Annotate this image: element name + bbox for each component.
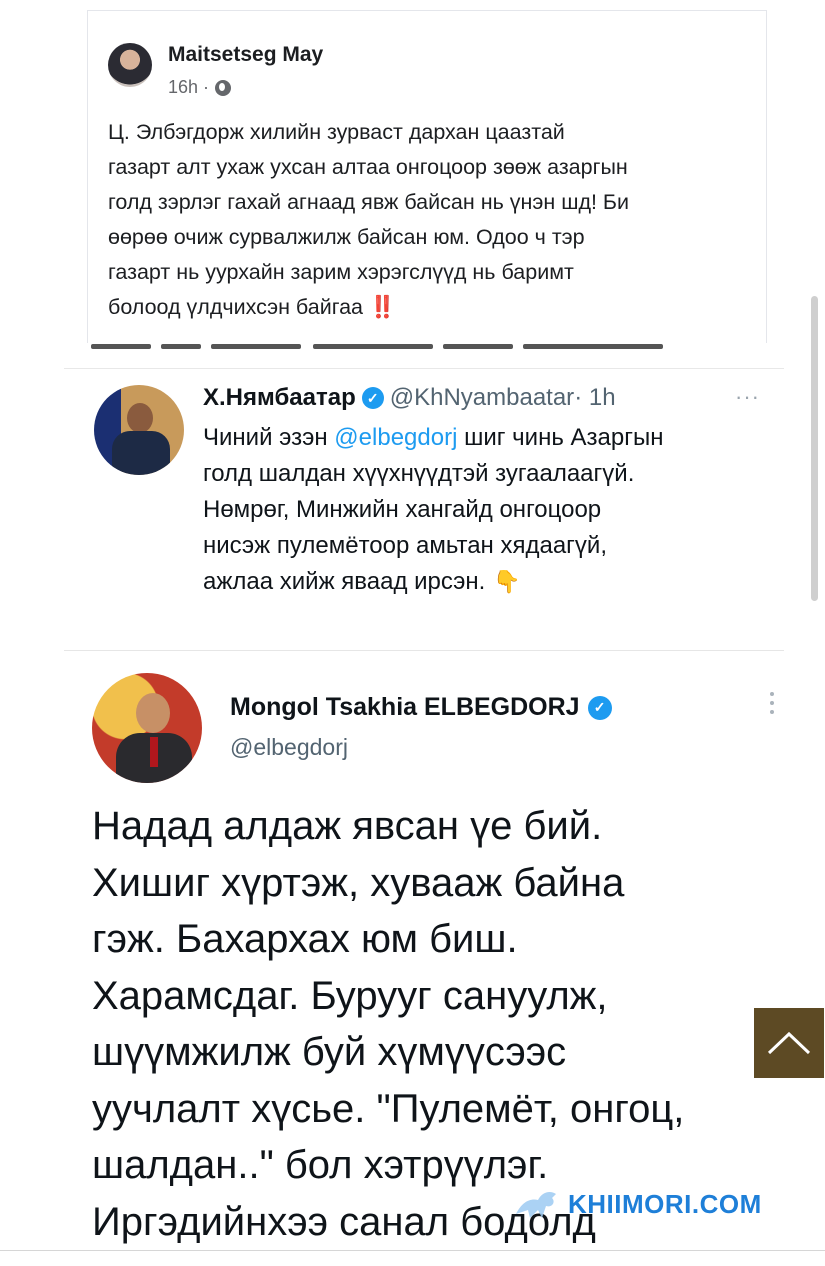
post-line: газарт нь уурхайн зарим хэрэгслүүд нь ба…	[108, 260, 574, 284]
tweet-line: Чиний эзэн @elbegdorj шиг чинь Азаргын	[203, 420, 763, 456]
tweet-line: Хишиг хүртэж, хувааж байна	[92, 860, 625, 905]
tweet-line-text: ажлаа хийж яваад ирсэн.	[203, 568, 486, 595]
tweet-line-text: шиг чинь Азаргын	[457, 424, 664, 451]
divider	[64, 650, 784, 651]
tweet-author-name-text[interactable]: Mongol Tsakhia ELBEGDORJ	[230, 693, 580, 722]
tweet-author-name[interactable]: Х.Нямбаатар	[203, 384, 356, 412]
tweet-handle[interactable]: @KhNyambaatar	[390, 384, 574, 412]
post-meta: 16h ·	[168, 77, 232, 98]
tweet-text: Надад алдаж явсан үе бий. Хишиг хүртэж, …	[92, 798, 792, 1250]
globe-icon	[215, 79, 232, 96]
tweet-line: ажлаа хийж яваад ирсэн. 👇	[203, 564, 763, 600]
post-line: өөрөө очиж сурвалжилж байсан юм. Одоо ч …	[108, 225, 585, 249]
horse-logo-icon	[516, 1192, 556, 1218]
verified-badge-icon: ✓	[587, 695, 612, 720]
tweet-author-name: Mongol Tsakhia ELBEGDORJ ✓	[230, 693, 618, 722]
tweet-handle[interactable]: @elbegdorj	[230, 734, 348, 761]
more-options-icon[interactable]: ···	[735, 384, 760, 410]
pointing-down-icon: 👇	[493, 569, 521, 594]
site-watermark: KHIIMORI.COM	[512, 1184, 762, 1224]
post-text: Ц. Элбэгдорж хилийн зурваст дархан цаазт…	[108, 115, 758, 325]
author-avatar[interactable]	[108, 43, 152, 87]
post-line: газарт алт ухаж ухсан алтаа онгоцоор зөө…	[108, 155, 628, 179]
divider	[64, 368, 784, 369]
tweet-line: Нөмрөг, Минжийн хангайд онгоцоор	[203, 496, 602, 523]
tweet-line: Надад алдаж явсан үе бий.	[92, 804, 603, 848]
post-line-text: болоод үлдчихсэн байгаа	[108, 295, 363, 319]
cropped-text-fragment	[87, 342, 765, 352]
tweet-line: уучлалт хүсье. "Пулемёт, онгоц,	[92, 1086, 685, 1131]
tweet-time[interactable]: · 1h	[574, 384, 615, 412]
tweet-header: Х.Нямбаатар ✓ @KhNyambaatar · 1h	[203, 384, 616, 412]
tweet-line: голд шалдан хүүхнүүдтэй зугаалаагүй.	[203, 460, 635, 487]
verified-badge-icon: ✓	[361, 387, 384, 409]
tweet-line: шүүмжилж буй хүмүүсээс	[92, 1030, 567, 1074]
nyambaatar-avatar[interactable]	[94, 385, 184, 475]
post-time[interactable]: 16h ·	[168, 77, 209, 98]
scroll-to-top-button[interactable]	[754, 1008, 824, 1078]
post-line: Ц. Элбэгдорж хилийн зурваст дархан цаазт…	[108, 120, 565, 144]
divider	[0, 1250, 825, 1251]
tweet-line: Харамсдаг. Бурууг сануулж,	[92, 973, 608, 1018]
watermark-text: KHIIMORI.COM	[568, 1188, 762, 1219]
author-name[interactable]: Maitsetseg May	[168, 43, 323, 67]
tweet-line-text: Чиний эзэн	[203, 424, 335, 451]
chevron-up-icon	[767, 1031, 811, 1055]
elbegdorj-avatar[interactable]	[92, 673, 202, 783]
tweet-line: гэж. Бахархах юм биш.	[92, 917, 518, 961]
post-line-last: болоод үлдчихсэн байгаа ‼️	[108, 290, 758, 325]
mention-link[interactable]: @elbegdorj	[334, 424, 457, 451]
kebab-menu-icon[interactable]	[770, 692, 774, 719]
tweet-text: Чиний эзэн @elbegdorj шиг чинь Азаргын г…	[203, 420, 763, 600]
post-line: голд зэрлэг гахай агнаад явж байсан нь ү…	[108, 190, 630, 214]
tweet-line: нисэж пулемётоор амьтан хядаагүй,	[203, 532, 607, 559]
scrollbar[interactable]	[811, 296, 818, 601]
double-exclamation-icon: ‼️	[368, 295, 396, 319]
facebook-post-card: Maitsetseg May 16h · Ц. Элбэгдорж хилийн…	[87, 10, 767, 343]
